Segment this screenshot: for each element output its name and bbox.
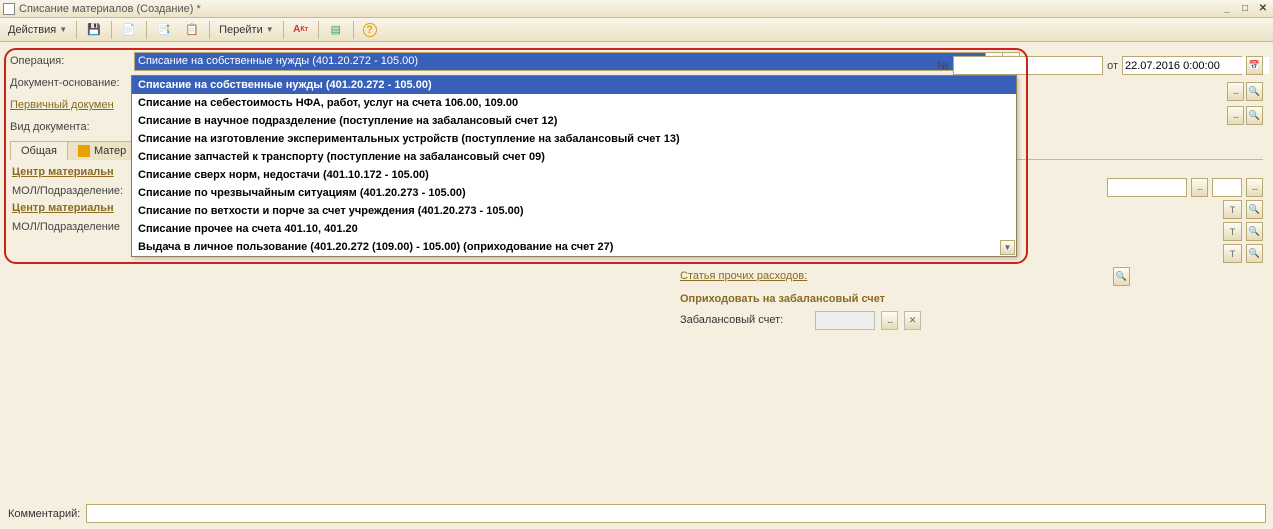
aux-search-3[interactable]: 🔍: [1246, 244, 1263, 263]
number-label: №: [937, 60, 949, 72]
from-label: от: [1107, 60, 1118, 72]
actions-menu[interactable]: Действия▼: [3, 20, 72, 40]
number-field[interactable]: [953, 56, 1103, 75]
dropdown-option[interactable]: Списание запчастей к транспорту (поступл…: [132, 148, 1016, 166]
text-mode-1[interactable]: T: [1223, 200, 1242, 219]
save-icon: 💾: [86, 22, 102, 38]
dropdown-option[interactable]: Списание на себестоимость НФА, работ, ус…: [132, 94, 1016, 112]
offbalance-picker[interactable]: ...: [881, 311, 898, 330]
goto-menu[interactable]: Перейти▼: [214, 20, 279, 40]
aux-search-1[interactable]: 🔍: [1246, 200, 1263, 219]
document-icon: [3, 3, 15, 15]
field-picker-2[interactable]: ...: [1227, 106, 1244, 125]
offbalance-clear[interactable]: ✕: [904, 311, 921, 330]
expense-link[interactable]: Статья прочих расходов:: [680, 270, 807, 282]
operation-label: Операция:: [10, 55, 130, 67]
aux-field-2[interactable]: [1212, 178, 1242, 197]
basis-label: Документ-основание:: [10, 77, 130, 89]
field-picker-1[interactable]: ...: [1227, 82, 1244, 101]
close-button[interactable]: ✕: [1256, 3, 1270, 15]
restore-button[interactable]: □: [1238, 3, 1252, 15]
toolbar: Действия▼ 💾 📄 📑 📋 Перейти▼ АКт ▤ ?: [0, 18, 1273, 42]
date-field[interactable]: [1122, 56, 1242, 75]
page-icon: 📄: [121, 22, 137, 38]
aux-search-2[interactable]: 🔍: [1246, 222, 1263, 241]
operation-combo[interactable]: Списание на собственные нужды (401.20.27…: [134, 52, 1020, 71]
calendar-icon[interactable]: 📅: [1246, 56, 1263, 75]
help-icon: ?: [363, 23, 377, 37]
dropdown-option[interactable]: Списание по чрезвычайным ситуациям (401.…: [132, 184, 1016, 202]
akt-icon: АКт: [293, 22, 309, 38]
comment-input[interactable]: [86, 504, 1266, 523]
actions-label: Действия: [8, 24, 56, 36]
akt-button[interactable]: АКт: [288, 20, 314, 40]
minimize-button[interactable]: _: [1220, 3, 1234, 15]
help-button[interactable]: ?: [358, 20, 382, 40]
offbalance-heading: Оприходовать на забалансовый счет: [680, 293, 1130, 305]
goto-label: Перейти: [219, 24, 263, 36]
field-search-1[interactable]: 🔍: [1246, 82, 1263, 101]
dropdown-scroll-down-icon[interactable]: ▼: [1000, 240, 1015, 255]
aux-field-1[interactable]: [1107, 178, 1187, 197]
list-button[interactable]: ▤: [323, 20, 349, 40]
post-button[interactable]: 📑: [151, 20, 177, 40]
operation-selected: Списание на собственные нужды (401.20.27…: [135, 53, 985, 70]
save-button[interactable]: 💾: [81, 20, 107, 40]
offbalance-field[interactable]: [815, 311, 875, 330]
dropdown-option[interactable]: Списание сверх норм, недостачи (401.10.1…: [132, 166, 1016, 184]
dropdown-option[interactable]: Списание на собственные нужды (401.20.27…: [132, 76, 1016, 94]
doctype-label: Вид документа:: [10, 121, 130, 133]
mol1-label: МОЛ/Подразделение:: [12, 185, 132, 197]
dropdown-option[interactable]: Списание на изготовление экспериментальн…: [132, 130, 1016, 148]
dropdown-option[interactable]: Списание в научное подразделение (поступ…: [132, 112, 1016, 130]
materials-tab-icon: [78, 145, 90, 157]
expense-search[interactable]: 🔍: [1113, 267, 1130, 286]
page-button[interactable]: 📄: [116, 20, 142, 40]
mol2-label: МОЛ/Подразделение: [12, 221, 132, 233]
aux-picker-1[interactable]: ...: [1191, 178, 1208, 197]
offbalance-label: Забалансовый счет:: [680, 314, 783, 326]
text-mode-2[interactable]: T: [1223, 222, 1242, 241]
window-title: Списание материалов (Создание) *: [19, 3, 1220, 15]
report-icon: 📋: [184, 22, 200, 38]
list-icon: ▤: [328, 22, 344, 38]
dropdown-option[interactable]: Списание по ветхости и порче за счет учр…: [132, 202, 1016, 220]
titlebar: Списание материалов (Создание) * _ □ ✕: [0, 0, 1273, 18]
report-button[interactable]: 📋: [179, 20, 205, 40]
dropdown-option[interactable]: Списание прочее на счета 401.10, 401.20: [132, 220, 1016, 238]
dropdown-option[interactable]: Выдача в личное пользование (401.20.272 …: [132, 238, 1016, 256]
comment-label: Комментарий:: [8, 508, 80, 520]
operation-dropdown[interactable]: Списание на собственные нужды (401.20.27…: [131, 75, 1017, 257]
tab-general[interactable]: Общая: [10, 141, 68, 160]
aux-picker-2[interactable]: ...: [1246, 178, 1263, 197]
primary-doc-link[interactable]: Первичный докумен: [10, 99, 130, 111]
tab-materials[interactable]: Матер: [67, 141, 137, 160]
field-search-2[interactable]: 🔍: [1246, 106, 1263, 125]
text-mode-3[interactable]: T: [1223, 244, 1242, 263]
post-icon: 📑: [156, 22, 172, 38]
